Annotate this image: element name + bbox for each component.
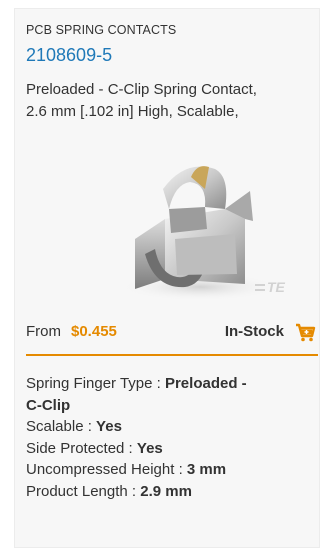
product-card[interactable]: PCB SPRING CONTACTS 2108609-5 Preloaded … [14,8,320,548]
spec-value: Yes [96,418,122,435]
spec-row: Scalable : Yes [26,416,316,438]
product-description: Preloaded - C-Clip Spring Contact, 2.6 m… [26,79,316,123]
spec-list: Spring Finger Type : Preloaded - C-Clip … [26,373,316,502]
product-category: PCB SPRING CONTACTS [26,23,177,37]
spec-row: Side Protected : Yes [26,438,316,460]
accent-divider [26,354,318,356]
description-line: 2.6 mm [.102 in] High, Scalable, [26,103,239,120]
spec-value: Yes [136,439,163,457]
spec-value: C-Clip [26,396,71,414]
spec-label: Scalable : [26,418,97,435]
product-image[interactable]: TE [105,149,305,309]
watermark-text: TE [267,279,286,295]
spec-value: 3 mm [186,461,227,478]
part-number-link[interactable]: 2108609-5 [26,45,112,66]
spec-label: Side Protected : [26,439,137,457]
from-label: From [26,323,61,340]
cart-plus-icon[interactable] [294,321,316,343]
price-value: $0.455 [71,323,117,340]
spec-row: Spring Finger Type : Preloaded - C-Clip [26,373,316,416]
price-row: From $0.455 In-Stock [26,323,318,345]
spec-label: Product Length : [26,482,141,500]
spec-row: Product Length : 2.9 mm [26,481,316,503]
stock-status: In-Stock [224,323,284,340]
spec-row: Uncompressed Height : 3 mm [26,459,316,481]
spec-label: Spring Finger Type : [26,375,165,392]
spec-value: Preloaded - [164,375,247,392]
spec-value: 2.9 mm [140,482,192,500]
description-line: Preloaded - C-Clip Spring Contact, [26,81,257,98]
spec-label: Uncompressed Height : [26,461,187,478]
